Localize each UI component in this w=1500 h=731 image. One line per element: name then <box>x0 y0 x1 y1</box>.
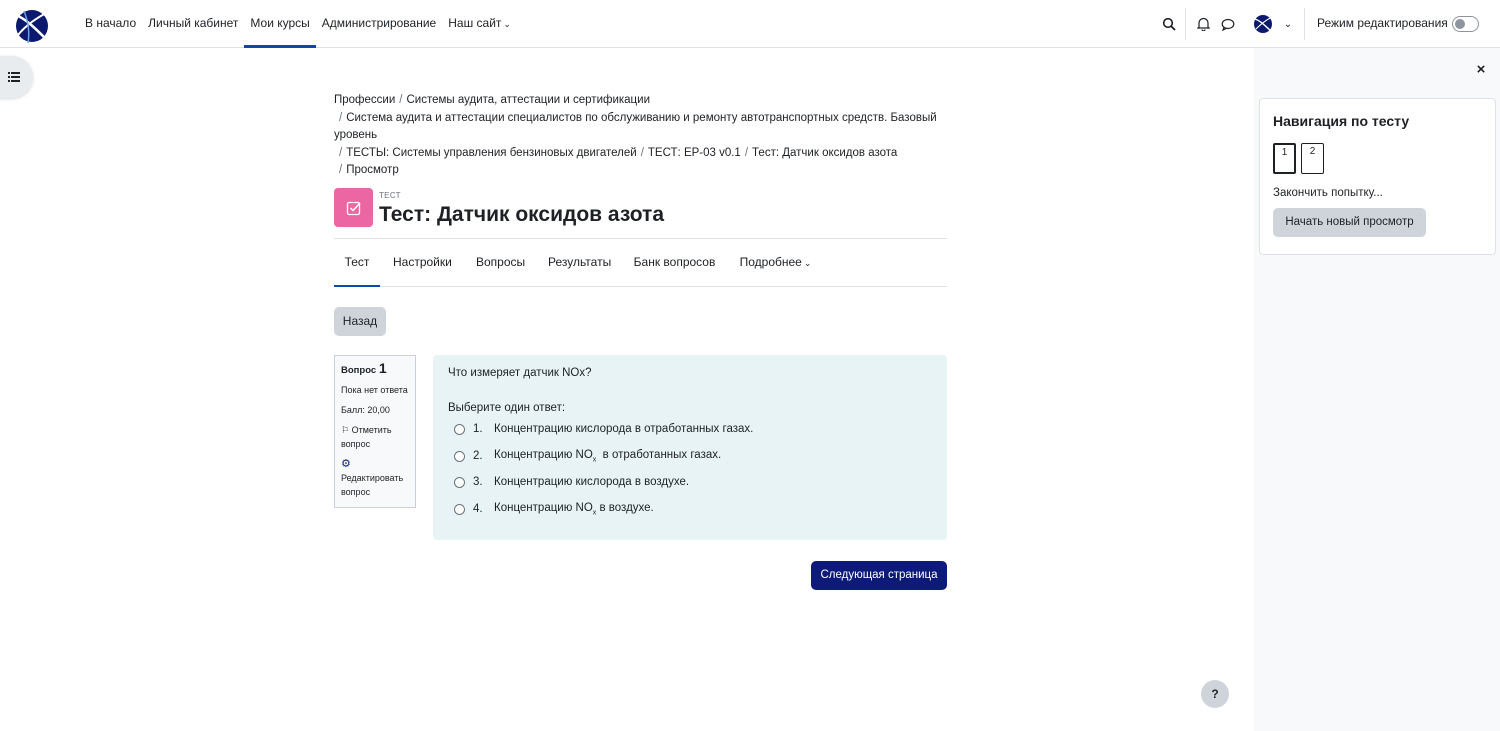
answer-option[interactable]: 1. Концентрацию кислорода в отработанных… <box>454 420 753 438</box>
answer-radio[interactable] <box>454 450 465 462</box>
answer-option[interactable]: 4. Концентрацию NOx в воздухе. <box>454 500 654 518</box>
answer-text-part: в отработанных газах. <box>596 448 722 461</box>
answer-text-part: Концентрацию NO <box>494 501 593 514</box>
chevron-down-icon: ⌄ <box>503 19 511 29</box>
answer-option[interactable]: 2. Концентрацию NOx в отработанных газах… <box>454 447 721 465</box>
answer-number: 3. <box>473 476 483 488</box>
site-logo-icon[interactable] <box>12 5 52 45</box>
answer-radio[interactable] <box>454 476 465 488</box>
question-info-panel: Вопрос 1 Пока нет ответа Балл: 20,00 ⚐ О… <box>334 355 416 508</box>
edit-question-label: Редактировать вопрос <box>341 473 404 497</box>
chevron-down-icon: ⌄ <box>803 258 812 268</box>
breadcrumb-item[interactable]: Тест: Датчик оксидов азота <box>752 147 897 159</box>
question-content: Что измеряет датчик NOx? Выберите один о… <box>433 355 947 540</box>
course-index-toggle-button[interactable] <box>0 56 33 98</box>
messages-icon[interactable] <box>1218 14 1238 34</box>
breadcrumb-separator: / <box>339 146 343 159</box>
tab-question-bank[interactable]: Банк вопросов <box>633 239 716 287</box>
edit-mode-toggle[interactable] <box>1452 16 1479 32</box>
answer-prompt: Выберите один ответ: <box>448 402 566 414</box>
answer-text: Концентрацию NOx в воздухе. <box>494 502 654 516</box>
quiz-navigation-block: Навигация по тесту 1 2 Закончить попытку… <box>1259 98 1496 255</box>
page-title: Тест: Датчик оксидов азота <box>379 203 665 226</box>
breadcrumb-separator: / <box>744 146 749 159</box>
breadcrumb-separator: / <box>640 146 644 159</box>
help-button[interactable]: ? <box>1201 680 1229 708</box>
answer-number: 1. <box>473 423 483 435</box>
breadcrumb-item-current: Просмотр <box>346 164 399 176</box>
user-avatar[interactable] <box>1252 14 1274 34</box>
gear-icon: ⚙ <box>341 458 351 470</box>
nav-home[interactable]: В начало <box>79 0 142 48</box>
breadcrumb-item[interactable]: ТЕСТ: EP-03 v0.1 <box>648 147 741 159</box>
answer-number: 2. <box>473 450 483 462</box>
breadcrumb-separator: / <box>399 94 403 106</box>
nav-my-courses[interactable]: Мои курсы <box>244 0 316 48</box>
tab-more-label: Подробнее <box>739 255 802 269</box>
answer-text-part: Концентрацию NO <box>494 448 593 461</box>
flag-question-label: Отметить вопрос <box>341 425 392 449</box>
navbar-divider <box>1185 8 1186 40</box>
quiz-activity-icon <box>334 188 373 227</box>
tab-quiz[interactable]: Тест <box>334 239 380 287</box>
nav-our-site-label: Наш сайт <box>448 16 502 30</box>
question-status: Пока нет ответа <box>341 385 408 395</box>
tab-questions[interactable]: Вопросы <box>476 239 525 287</box>
tab-more[interactable]: Подробнее ⌄ <box>739 239 812 287</box>
start-new-preview-button[interactable]: Начать новый просмотр <box>1273 208 1426 237</box>
nav-our-site[interactable]: Наш сайт ⌄ <box>442 0 517 48</box>
answer-text: Концентрацию кислорода в воздухе. <box>494 476 690 488</box>
question-number-value: 1 <box>378 360 387 376</box>
breadcrumb-separator: / <box>339 164 343 176</box>
nav-administration[interactable]: Администрирование <box>316 0 442 48</box>
breadcrumb-item[interactable]: Профессии <box>334 94 395 106</box>
secondary-navigation: Тест Настройки Вопросы Результаты Банк в… <box>334 239 947 287</box>
answer-radio[interactable] <box>454 503 465 515</box>
edit-mode-label: Режим редактирования <box>1317 16 1448 30</box>
user-menu-chevron-down-icon[interactable]: ⌄ <box>1278 14 1298 34</box>
answer-number: 4. <box>473 503 483 515</box>
list-icon <box>7 72 20 82</box>
nav-dashboard[interactable]: Личный кабинет <box>142 0 244 48</box>
question-text: Что измеряет датчик NOx? <box>448 367 592 379</box>
answer-text: Концентрацию NOx в отработанных газах. <box>494 449 721 463</box>
breadcrumb-item[interactable]: ТЕСТЫ: Системы управления бензиновых дви… <box>346 147 637 159</box>
breadcrumb-separator: / <box>339 111 343 124</box>
tab-results[interactable]: Результаты <box>548 239 611 287</box>
toggle-knob <box>1455 19 1465 29</box>
answer-option[interactable]: 3. Концентрацию кислорода в воздухе. <box>454 473 689 491</box>
top-navbar: В начало Личный кабинет Мои курсы Админи… <box>0 0 1500 48</box>
navbar-divider <box>1304 8 1305 40</box>
quiz-navigation-title: Навигация по тесту <box>1273 113 1410 129</box>
close-icon[interactable]: × <box>1473 62 1489 78</box>
activity-type-label: ТЕСТ <box>379 191 401 200</box>
edit-question-link[interactable]: ⚙ Редактировать вопрос <box>341 457 409 499</box>
quiz-nav-question-button[interactable]: 1 <box>1273 143 1296 174</box>
breadcrumb-item[interactable]: Системы аудита, аттестации и сертификаци… <box>406 94 650 106</box>
answer-radio[interactable] <box>454 423 465 435</box>
breadcrumb-item[interactable]: Система аудита и аттестации специалистов… <box>346 112 936 124</box>
next-page-button[interactable]: Следующая страница <box>811 561 947 590</box>
back-button[interactable]: Назад <box>334 307 386 336</box>
finish-attempt-link[interactable]: Закончить попытку... <box>1273 187 1383 199</box>
question-number: Вопрос 1 <box>341 361 409 378</box>
breadcrumb-item-continued[interactable]: уровень <box>334 129 377 141</box>
question-label: Вопрос <box>341 365 377 376</box>
quiz-nav-question-button[interactable]: 2 <box>1301 143 1324 174</box>
tab-settings[interactable]: Настройки <box>393 239 452 287</box>
answer-text: Концентрацию кислорода в отработанных га… <box>494 423 754 435</box>
flag-question-link[interactable]: ⚐ Отметить вопрос <box>341 423 409 451</box>
bell-icon[interactable] <box>1193 14 1213 34</box>
question-grade: Балл: 20,00 <box>341 405 390 415</box>
search-icon[interactable] <box>1159 14 1179 34</box>
answer-text-part: в воздухе. <box>596 501 654 514</box>
flag-icon: ⚐ <box>341 425 350 435</box>
